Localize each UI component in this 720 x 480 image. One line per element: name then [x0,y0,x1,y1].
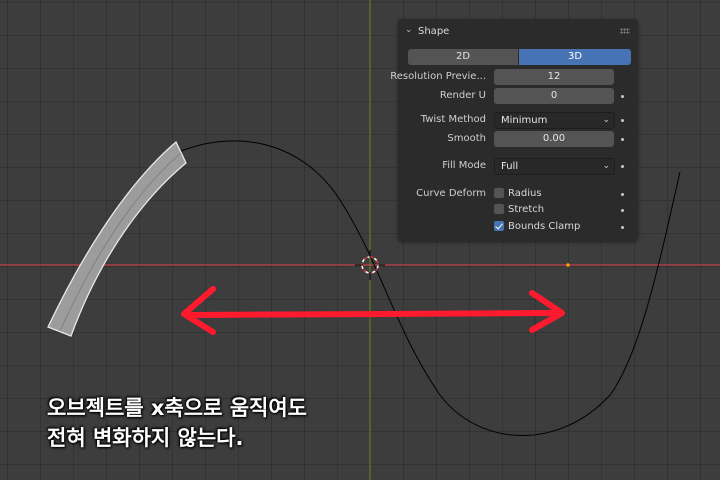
bounds-clamp-keyframe-dot[interactable] [621,226,624,229]
twist-method-label: Twist Method [420,114,486,125]
twist-method-value: Minimum [501,115,548,126]
curve-deform-label: Curve Deform [416,188,486,199]
fill-mode-select[interactable]: Full ⌄ [494,158,615,175]
stretch-keyframe-dot[interactable] [621,209,624,212]
chevron-down-icon: ⌄ [602,115,610,125]
fill-mode-value: Full [501,161,519,172]
render-u-keyframe-dot[interactable] [621,95,624,98]
radius-checkbox[interactable] [494,188,504,198]
radius-label: Radius [508,188,542,199]
origin-dot-icon[interactable] [566,263,570,267]
caption-line-2: 전혀 변화하지 않는다. [47,426,244,450]
stretch-label: Stretch [508,204,545,215]
caption-line-1: 오브젝트를 x축으로 움직여도 [47,396,308,420]
mode-3d-button[interactable]: 3D [519,49,631,65]
shape-panel[interactable]: ⌄ Shape 2D 3D Resolution Previe... 12 Re… [390,19,638,241]
radius-keyframe-dot[interactable] [621,193,624,196]
bounds-clamp-checkbox[interactable] [494,221,504,231]
twist-method-keyframe-dot[interactable] [621,119,624,122]
fill-mode-keyframe-dot[interactable] [621,165,624,168]
mode-2d-button[interactable]: 2D [408,49,518,65]
3d-viewport[interactable]: ⌄ Shape 2D 3D Resolution Previe... 12 Re… [0,0,720,480]
drag-handle-icon[interactable] [620,28,630,34]
panel-header[interactable]: ⌄ Shape [398,19,638,43]
bounds-clamp-label: Bounds Clamp [508,221,581,232]
chevron-down-icon: ⌄ [602,161,610,171]
stretch-checkbox[interactable] [494,204,504,214]
render-u-label: Render U [439,90,486,101]
double-arrow-icon [181,286,565,335]
panel-title: Shape [418,26,450,37]
resolution-preview-field[interactable]: 12 [494,69,614,85]
resolution-preview-label: Resolution Previe... [390,71,486,82]
smooth-label: Smooth [447,133,486,144]
smooth-field[interactable]: 0.00 [494,131,614,147]
caption: 오브젝트를 x축으로 움직여도 전혀 변화하지 않는다. [47,393,307,453]
render-u-field[interactable]: 0 [494,88,614,104]
smooth-keyframe-dot[interactable] [621,138,624,141]
chevron-down-icon[interactable]: ⌄ [405,25,415,35]
fill-mode-label: Fill Mode [442,160,486,171]
twist-method-select[interactable]: Minimum ⌄ [494,112,615,129]
deformed-object[interactable] [47,140,187,337]
